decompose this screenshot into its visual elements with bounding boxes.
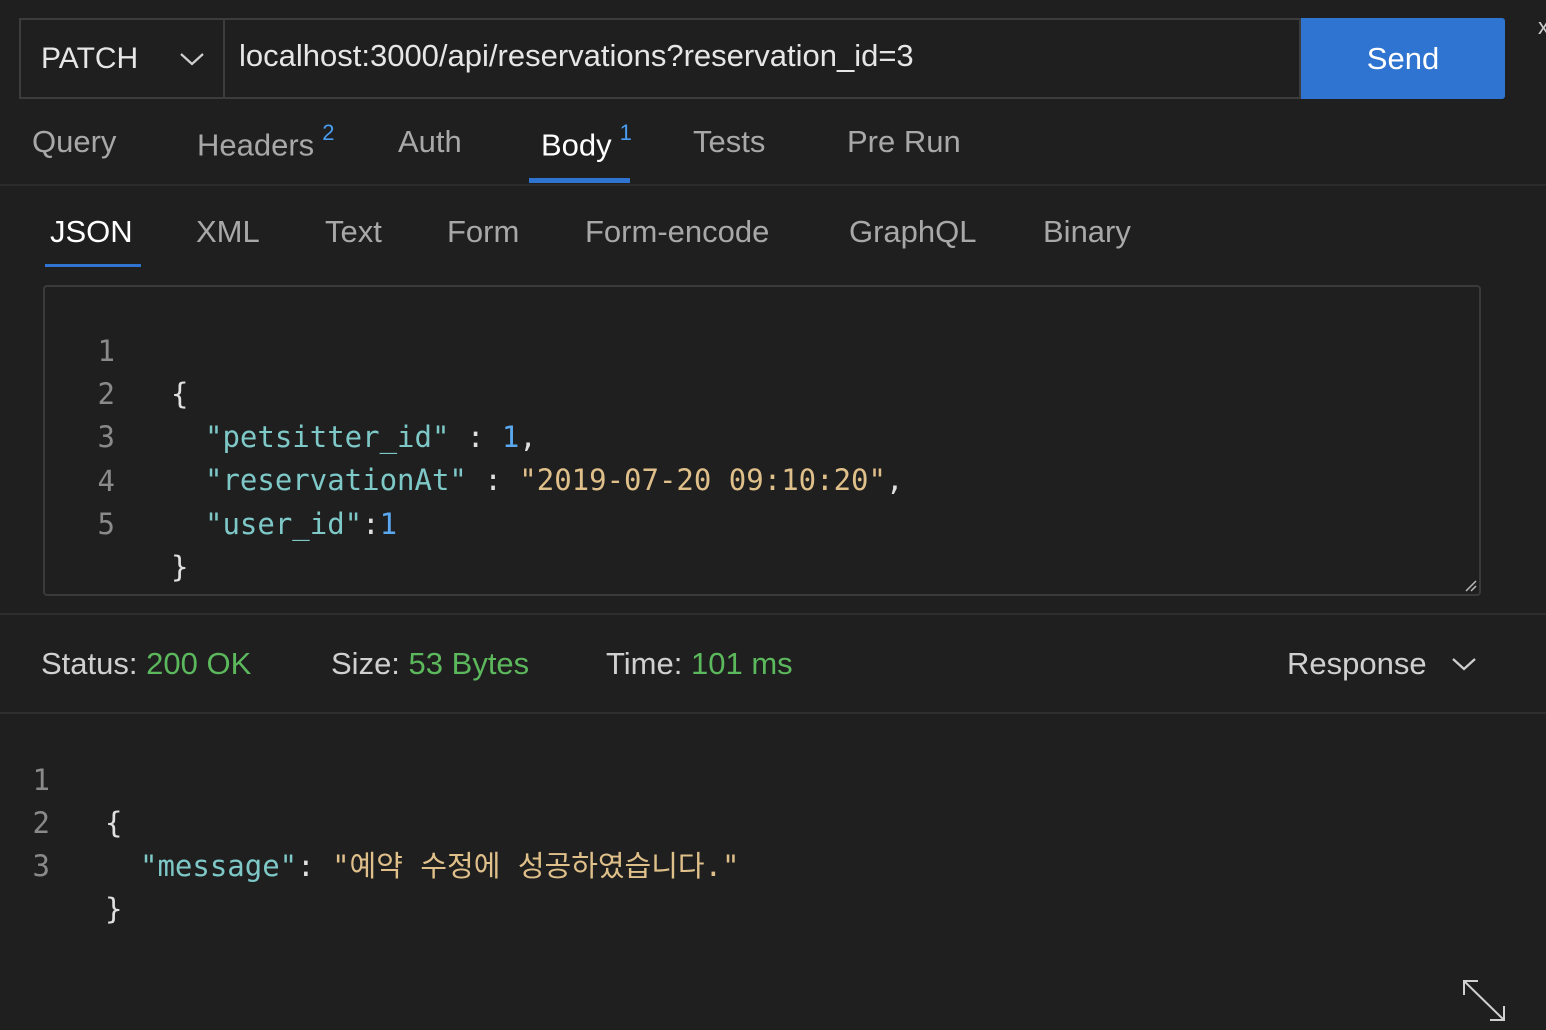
send-button[interactable]: Send bbox=[1301, 18, 1505, 99]
json-field: "petsitter_id" : 1, bbox=[205, 416, 537, 459]
code-line: 2 "message": "예약 수정에 성공하였습니다." bbox=[0, 759, 740, 883]
json-value: "예약 수정에 성공하였습니다." bbox=[332, 849, 740, 883]
tab-badge: 2 bbox=[322, 120, 335, 145]
tab-label: Tests bbox=[693, 124, 766, 159]
body-tab-text[interactable]: Text bbox=[325, 214, 382, 250]
code-line: 2 "petsitter_id" : 1, bbox=[45, 330, 537, 454]
method-select[interactable]: PATCH bbox=[19, 18, 223, 99]
response-time: Time: 101 ms bbox=[606, 646, 793, 682]
json-sep: : bbox=[297, 849, 333, 883]
close-icon[interactable]: x bbox=[1538, 14, 1546, 40]
tab-query[interactable]: Query bbox=[32, 124, 116, 160]
code-line: 3 } bbox=[0, 802, 123, 926]
code-line: 1 { bbox=[0, 716, 123, 840]
line-number: 3 bbox=[32, 849, 50, 883]
json-comma: , bbox=[885, 463, 904, 497]
response-status-bar: Status: 200 OK Size: 53 Bytes Time: 101 … bbox=[0, 616, 1546, 714]
json-sep: : bbox=[362, 507, 380, 541]
json-field: "reservationAt" : "2019-07-20 09:10:20", bbox=[205, 459, 903, 502]
body-type-tabs: JSON XML Text Form Form-encode GraphQL B… bbox=[0, 200, 1546, 270]
json-field: "message": "예약 수정에 성공하였습니다." bbox=[140, 845, 740, 888]
tab-label: Body bbox=[541, 127, 612, 163]
size-value: 53 Bytes bbox=[408, 646, 530, 681]
json-sep: : bbox=[449, 420, 502, 454]
json-key: "message" bbox=[140, 849, 298, 883]
time-value: 101 ms bbox=[690, 646, 793, 681]
close-brace: } bbox=[171, 550, 189, 584]
api-client-panel: PATCH localhost:3000/api/reservations?re… bbox=[0, 0, 1546, 1030]
status-value: 200 OK bbox=[146, 646, 252, 681]
panel-divider[interactable] bbox=[0, 613, 1546, 615]
response-view-label: Response bbox=[1287, 646, 1427, 681]
response-size: Size: 53 Bytes bbox=[331, 646, 529, 682]
response-body-viewer: 1 { 2 "message": "예약 수정에 성공하였습니다." 3 } bbox=[0, 716, 1546, 1030]
code-line: 1 { bbox=[45, 287, 189, 411]
request-body-editor[interactable]: 1 { 2 "petsitter_id" : 1, 3 "reservation… bbox=[43, 285, 1481, 596]
json-value: 1 bbox=[379, 507, 398, 541]
json-sep: : bbox=[466, 463, 520, 497]
tab-body[interactable]: Body 1 bbox=[541, 120, 632, 163]
chevron-down-icon bbox=[1451, 658, 1476, 671]
json-key: "petsitter_id" bbox=[205, 420, 450, 454]
body-tab-json[interactable]: JSON bbox=[50, 214, 133, 250]
status-code: Status: 200 OK bbox=[41, 646, 251, 682]
body-tab-form[interactable]: Form bbox=[447, 214, 519, 250]
size-label: Size: bbox=[331, 646, 400, 681]
code-line: 5 } bbox=[45, 460, 189, 584]
method-label: PATCH bbox=[41, 41, 139, 75]
json-value: "2019-07-20 09:10:20" bbox=[519, 463, 886, 497]
tab-label: Headers bbox=[197, 127, 315, 163]
body-tab-form-encode[interactable]: Form-encode bbox=[585, 214, 769, 250]
tab-label: Auth bbox=[398, 124, 462, 159]
tab-headers[interactable]: Headers 2 bbox=[197, 120, 334, 163]
active-tab-indicator bbox=[529, 178, 630, 183]
body-tab-graphql[interactable]: GraphQL bbox=[849, 214, 977, 250]
tab-pre-run[interactable]: Pre Run bbox=[847, 124, 961, 160]
active-body-tab-indicator bbox=[45, 264, 141, 267]
url-input[interactable]: localhost:3000/api/reservations?reservat… bbox=[223, 18, 1301, 99]
json-value: 1 bbox=[501, 420, 520, 454]
close-brace: } bbox=[105, 892, 123, 926]
chevron-down-icon bbox=[180, 52, 204, 65]
tab-tests[interactable]: Tests bbox=[693, 124, 765, 160]
code-line: 4 "user_id":1 bbox=[45, 417, 398, 541]
open-brace: { bbox=[171, 377, 189, 411]
tab-label: Pre Run bbox=[847, 124, 961, 159]
json-key: "user_id" bbox=[205, 507, 363, 541]
resize-grip-icon[interactable] bbox=[1463, 578, 1477, 592]
json-key: "reservationAt" bbox=[205, 463, 467, 497]
line-number: 5 bbox=[97, 507, 115, 541]
time-label: Time: bbox=[606, 646, 683, 681]
json-field: "user_id":1 bbox=[205, 503, 397, 546]
tab-badge: 1 bbox=[619, 120, 632, 145]
tab-label: Query bbox=[32, 124, 117, 159]
code-line: 3 "reservationAt" : "2019-07-20 09:10:20… bbox=[45, 373, 904, 497]
status-label: Status: bbox=[41, 646, 138, 681]
request-bar: PATCH localhost:3000/api/reservations?re… bbox=[19, 18, 1505, 99]
json-comma: , bbox=[519, 420, 537, 454]
open-brace: { bbox=[105, 806, 123, 840]
body-tab-binary[interactable]: Binary bbox=[1043, 214, 1131, 250]
response-view-dropdown[interactable]: Response bbox=[1287, 646, 1477, 682]
url-text: localhost:3000/api/reservations?reservat… bbox=[239, 37, 914, 73]
body-tab-xml[interactable]: XML bbox=[196, 214, 260, 250]
expand-diagonal-icon[interactable] bbox=[1460, 978, 1508, 1024]
tab-auth[interactable]: Auth bbox=[398, 124, 462, 160]
request-tabs: Query Headers 2 Auth Body 1 Tests Pre Run bbox=[0, 110, 1546, 186]
